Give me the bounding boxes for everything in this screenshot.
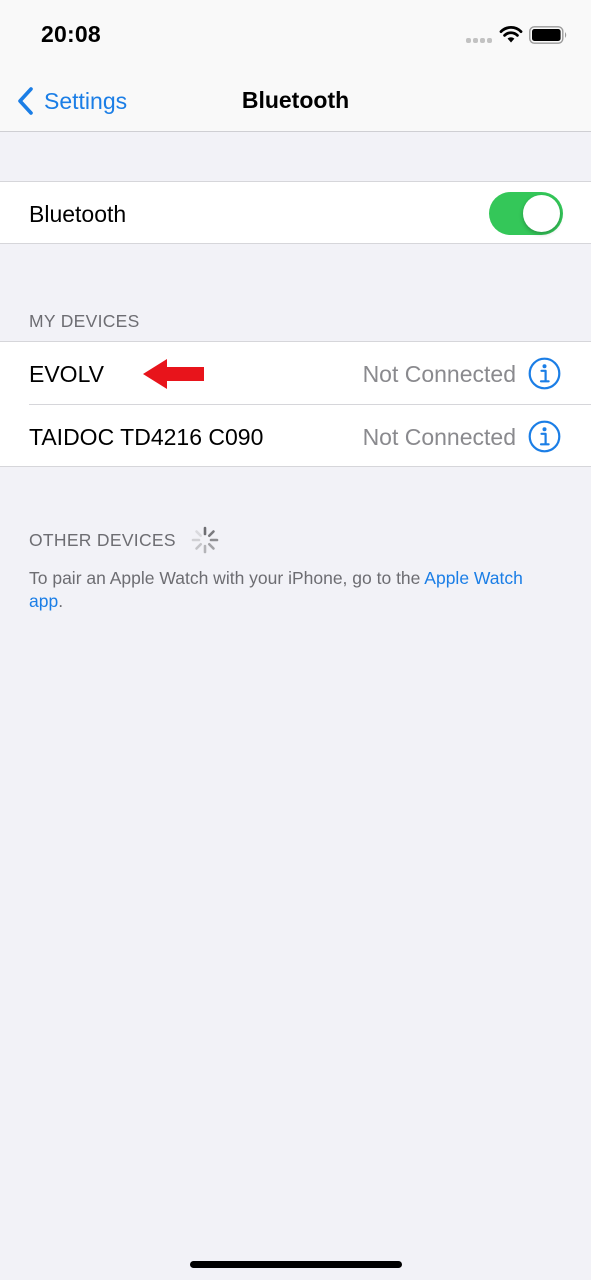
wifi-icon — [499, 26, 523, 43]
red-arrow-annotation-icon — [143, 359, 204, 389]
apple-watch-pairing-hint: To pair an Apple Watch with your iPhone,… — [29, 567, 549, 613]
cellular-signal-icon — [466, 38, 494, 44]
bluetooth-toggle[interactable] — [489, 192, 563, 235]
battery-icon — [529, 26, 567, 44]
bluetooth-label: Bluetooth — [29, 201, 127, 227]
bluetooth-toggle-row: Bluetooth — [0, 181, 591, 244]
status-time: 20:08 — [41, 21, 101, 47]
device-name: EVOLV — [29, 361, 104, 387]
device-status: Not Connected — [362, 361, 516, 387]
bluetooth-settings-screen: 20:08 Settings Bluetooth Bluetooth MY DE… — [0, 0, 591, 1280]
device-status: Not Connected — [362, 424, 516, 450]
footer-end: . — [58, 591, 64, 611]
status-bar: 20:08 — [0, 0, 591, 70]
toggle-knob — [523, 195, 560, 232]
device-name: TAIDOC TD4216 C090 — [29, 424, 264, 450]
info-icon[interactable] — [528, 420, 561, 453]
footer-text: To pair an Apple Watch with your iPhone,… — [29, 568, 425, 588]
other-devices-label: OTHER DEVICES — [29, 529, 176, 550]
home-indicator[interactable] — [190, 1261, 402, 1268]
my-devices-header: MY DEVICES — [29, 311, 140, 331]
navigation-bar: Settings Bluetooth — [0, 70, 591, 132]
page-title: Bluetooth — [241, 87, 350, 113]
other-devices-header: OTHER DEVICES — [29, 525, 220, 555]
device-row-taidoc[interactable]: TAIDOC TD4216 C090 Not Connected — [0, 405, 591, 467]
my-devices-list: EVOLV Not Connected TAIDOC TD4216 C090 N… — [0, 341, 591, 467]
device-row-evolv[interactable]: EVOLV Not Connected — [0, 342, 591, 405]
info-icon[interactable] — [528, 357, 561, 390]
loading-spinner-icon — [191, 526, 219, 554]
